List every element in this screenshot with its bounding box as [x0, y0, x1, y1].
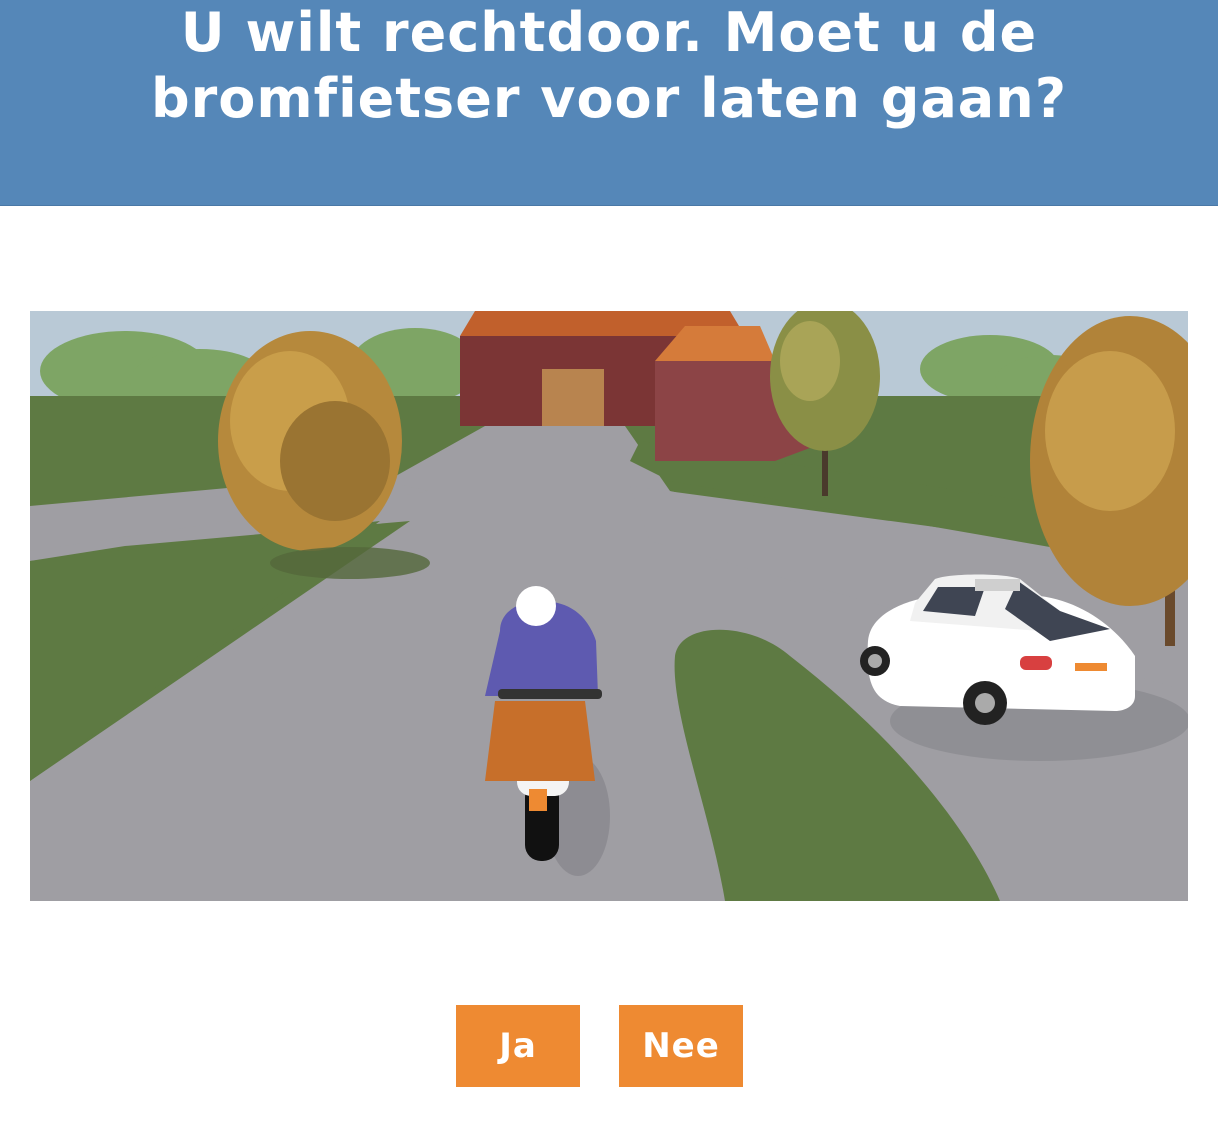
- quiz-page: U wilt rechtdoor. Moet u de bromfietser …: [0, 0, 1218, 1126]
- no-answer-button[interactable]: Nee: [619, 1005, 743, 1087]
- answer-options: Ja Nee: [0, 1005, 1218, 1087]
- question-text: U wilt rechtdoor. Moet u de bromfietser …: [150, 1, 1068, 130]
- tree-left: [218, 331, 402, 551]
- traffic-scene-illustration: [30, 311, 1188, 901]
- yes-answer-button[interactable]: Ja: [456, 1005, 580, 1087]
- question-header: U wilt rechtdoor. Moet u de bromfietser …: [0, 0, 1218, 206]
